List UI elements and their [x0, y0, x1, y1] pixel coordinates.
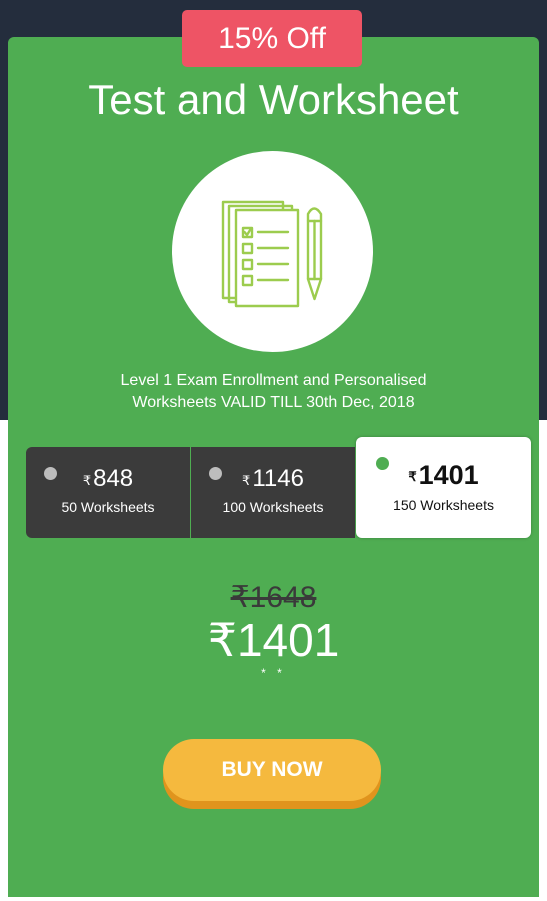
- rupee-symbol: ₹: [82, 473, 92, 488]
- product-description: Level 1 Exam Enrollment and Personalised…: [60, 370, 487, 414]
- plan-option-100-worksheets[interactable]: ₹1146 100 Worksheets: [191, 447, 355, 538]
- worksheet-with-pencil-icon: [221, 200, 323, 308]
- plan-price: ₹1146: [191, 465, 355, 493]
- plan-label: 100 Worksheets: [222, 499, 324, 515]
- plan-price-value: 848: [93, 465, 134, 492]
- plan-label: 50 Worksheets: [61, 499, 155, 515]
- current-price: ₹1401: [207, 614, 340, 666]
- discount-badge: 15% Off: [182, 10, 362, 67]
- plan-label: 150 Worksheets: [393, 497, 494, 513]
- plan-price: ₹1401: [356, 461, 531, 489]
- product-icon-circle: [172, 151, 373, 352]
- buy-now-button[interactable]: BUY NOW: [163, 739, 381, 801]
- plan-price-value: 1146: [252, 465, 304, 492]
- plan-price: ₹848: [26, 465, 190, 493]
- description-line-1: Level 1 Exam Enrollment and Personalised: [120, 372, 427, 389]
- plan-option-50-worksheets[interactable]: ₹848 50 Worksheets: [26, 447, 190, 538]
- plan-option-150-worksheets[interactable]: ₹1401 150 Worksheets: [356, 437, 531, 538]
- price-footnote-marker: * *: [261, 666, 286, 680]
- description-line-2: Worksheets VALID TILL 30th Dec, 2018: [132, 394, 415, 411]
- rupee-symbol: ₹: [408, 469, 417, 484]
- plan-selector: ₹848 50 Worksheets ₹1146 100 Worksheets …: [26, 437, 531, 538]
- original-price: ₹1648: [230, 581, 317, 614]
- rupee-symbol: ₹: [242, 473, 251, 488]
- product-title: Test and Worksheet: [88, 76, 459, 123]
- plan-price-value: 1401: [418, 460, 479, 490]
